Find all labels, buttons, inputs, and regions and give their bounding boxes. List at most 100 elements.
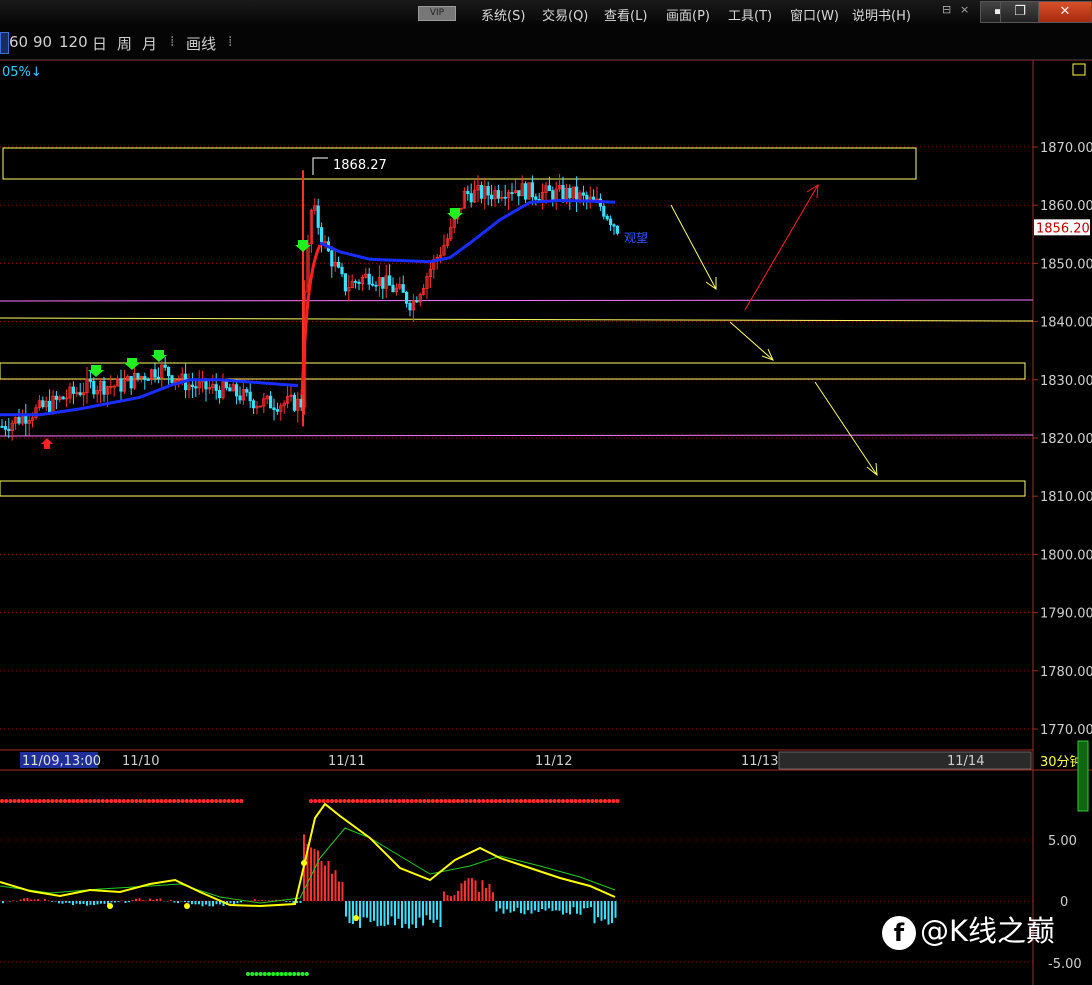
restore-small-icon[interactable]: ⊟ [942, 3, 951, 16]
candle-body [605, 215, 609, 220]
period-120[interactable]: 120 [59, 33, 88, 51]
annotation-label: 观望 [624, 231, 648, 245]
macd-bar [338, 881, 340, 901]
macd-dot [163, 799, 168, 803]
macd-dot [603, 799, 607, 803]
period-90[interactable]: 90 [33, 33, 52, 51]
macd-dot [565, 799, 570, 803]
macd-bar [257, 900, 260, 901]
macd-dot [405, 799, 410, 803]
price-tick-label: 1840.00 [1040, 316, 1092, 331]
macd-bar [460, 883, 463, 901]
kline-chart[interactable]: 1870.00 1860.00 1850.00 1840.00 1830.00 1820.… [0, 60, 1092, 985]
candle-body [129, 376, 133, 389]
candle-body [486, 186, 490, 196]
macd-bar [110, 901, 113, 903]
macd-dot [105, 799, 109, 803]
price-tick-label: 1870.00 [1040, 141, 1092, 156]
period-day[interactable]: 日 [92, 33, 107, 54]
candle-body [24, 415, 28, 424]
candle-body [88, 378, 92, 382]
price-tick-label: 1830.00 [1040, 374, 1092, 389]
macd-bar [240, 901, 242, 903]
period-week[interactable]: 周 [117, 33, 132, 54]
macd-bar [261, 900, 263, 901]
macd-bar [583, 901, 585, 909]
macd-dot [235, 799, 240, 803]
restore-button[interactable]: ❐ [1000, 1, 1040, 23]
candle-body [510, 192, 514, 194]
menu-tools[interactable]: 工具(T) [728, 5, 772, 24]
macd-dot [304, 972, 309, 976]
macd-bar [152, 900, 155, 901]
macd-dot [262, 972, 267, 976]
price-tick-label: 1790.00 [1040, 607, 1092, 622]
macd-bar [205, 901, 207, 905]
macd-dot [96, 799, 101, 803]
macd-dot [258, 972, 263, 976]
draw-line-button[interactable]: 画线 [186, 33, 216, 54]
macd-dot [33, 799, 38, 803]
macd-dot [21, 799, 25, 803]
menu-manual[interactable]: 说明书(H) [852, 5, 911, 24]
macd-bar [215, 901, 218, 905]
menu-window[interactable]: 窗口(W) [790, 5, 839, 24]
macd-bar [604, 901, 606, 920]
macd-bar [177, 901, 179, 904]
close-button[interactable]: ✕ [1038, 1, 1092, 23]
candle-body [275, 409, 280, 412]
macd-bar [79, 901, 81, 905]
menu-screen[interactable]: 画面(P) [666, 5, 710, 24]
candle-body [503, 196, 507, 199]
price-tick-label: 1820.00 [1040, 432, 1092, 447]
macd-dot [201, 799, 206, 803]
macd-dot [283, 972, 288, 976]
macd-bar [359, 901, 361, 928]
macd-bar [425, 901, 428, 916]
macd-bar [390, 901, 393, 917]
candle-body [92, 380, 96, 395]
macd-bar [233, 901, 235, 905]
macd-dot [67, 799, 72, 803]
macd-dot [590, 799, 595, 803]
macd-dot [611, 799, 616, 803]
macd-bar [159, 898, 162, 901]
macd-bar [387, 901, 389, 925]
macd-bar [317, 850, 319, 901]
macd-dot [485, 799, 490, 803]
candle-body [524, 183, 528, 200]
axis-toggle-icon[interactable] [1072, 63, 1086, 76]
macd-dot [71, 799, 76, 803]
candle-body [163, 364, 167, 368]
macd-bar [254, 899, 256, 901]
close-small-icon[interactable]: × [960, 3, 969, 16]
macd-dot [313, 799, 318, 803]
macd-bar [131, 900, 134, 901]
last-price-label: 1856.20 [1036, 221, 1090, 236]
macd-bar [457, 890, 459, 901]
period-month[interactable]: 月 [142, 33, 157, 54]
date-label-2: 11/10 [122, 754, 159, 769]
corner-label: 05%↓ [2, 65, 42, 80]
macd-dot [113, 799, 118, 803]
candle-body [272, 407, 276, 410]
date-scrollbar[interactable] [778, 751, 1032, 770]
candle-body [592, 196, 596, 200]
macd-dot [363, 799, 368, 803]
macd-bar [23, 898, 25, 901]
volume-scroll-handle[interactable] [1077, 740, 1089, 812]
menu-system[interactable]: 系统(S) [481, 5, 525, 24]
candle-body [224, 381, 228, 389]
candle-body [136, 373, 140, 379]
vip-badge[interactable]: VIP [418, 6, 456, 21]
macd-tick-neg5: -5.00 [1048, 957, 1082, 972]
menu-trade[interactable]: 交易(Q) [542, 5, 588, 24]
macd-cross-dot [184, 903, 190, 909]
macd-dot [50, 799, 55, 803]
macd-bar [313, 848, 316, 901]
menu-view[interactable]: 查看(L) [604, 5, 647, 24]
macd-bar [446, 895, 449, 901]
candle-body [214, 384, 218, 391]
period-60[interactable]: 60 [9, 33, 28, 51]
candle-body [561, 184, 565, 200]
